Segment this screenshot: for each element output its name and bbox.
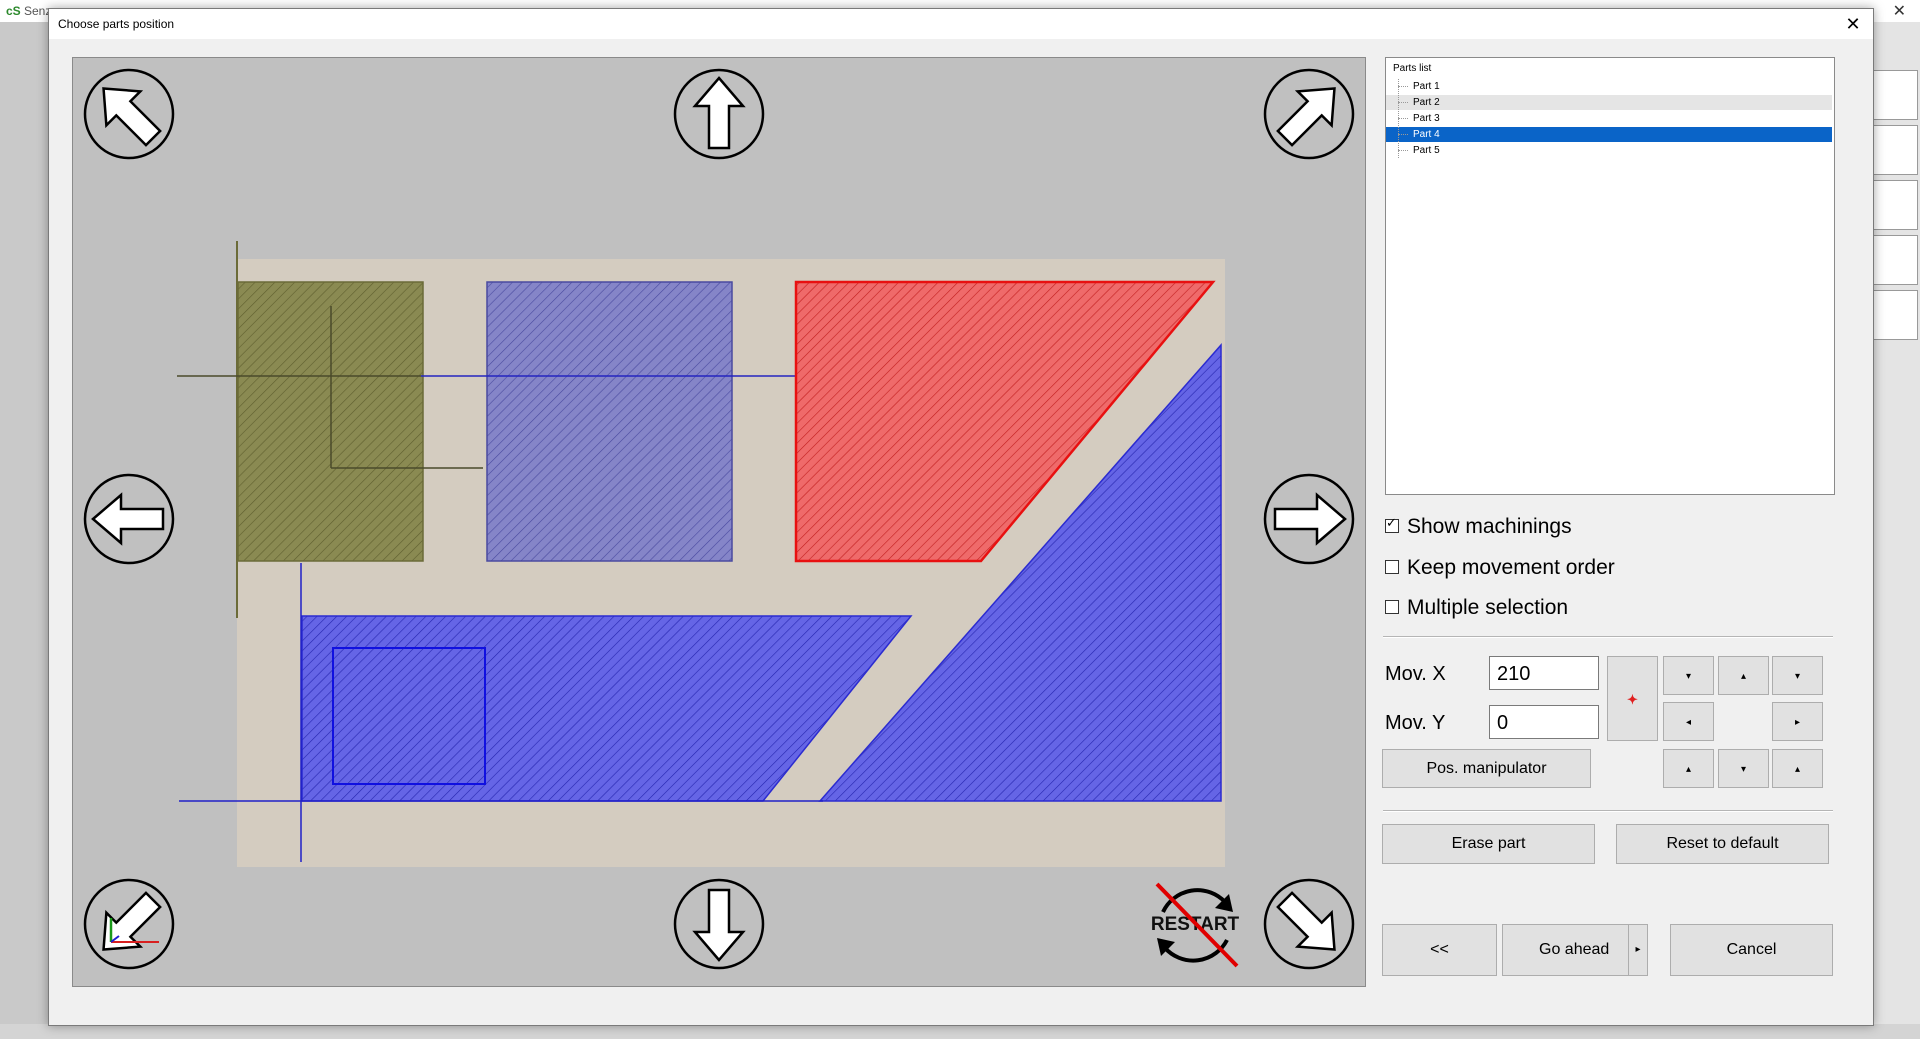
step-up-button[interactable]: ▴ — [1718, 656, 1769, 695]
step-up-left-button[interactable]: ▴ — [1663, 749, 1714, 788]
background-left-panel — [0, 22, 48, 1039]
parts-list-title: Parts list — [1393, 63, 1432, 74]
step-up-right-button[interactable]: ▴ — [1772, 749, 1823, 788]
divider — [1383, 810, 1833, 812]
checkbox-icon[interactable] — [1385, 560, 1399, 574]
center-point-icon: ✦ — [1627, 692, 1638, 707]
step-left-button[interactable]: ◂ — [1663, 702, 1714, 741]
arrow-up-icon[interactable] — [673, 68, 765, 160]
keep-movement-order-label: Keep movement order — [1407, 556, 1615, 579]
background-taskbar — [0, 1024, 1920, 1039]
step-down-left-button[interactable]: ▾ — [1663, 656, 1714, 695]
nesting-drawing — [177, 241, 1225, 867]
arrow-left-icon[interactable] — [83, 473, 175, 565]
arrow-down-right-icon[interactable] — [1263, 878, 1355, 970]
app-logo-icon: cS — [6, 4, 21, 18]
show-machinings-checkbox[interactable]: Show machinings — [1385, 515, 1572, 539]
mov-y-input[interactable]: 0 — [1489, 705, 1599, 739]
part-2-shape — [486, 281, 733, 562]
restart-disabled-icon[interactable]: RESTART — [1149, 878, 1241, 970]
list-item[interactable]: Part 1 — [1386, 79, 1832, 94]
cancel-button[interactable]: Cancel — [1670, 924, 1833, 976]
mov-x-label: Mov. X — [1385, 663, 1446, 685]
multiple-selection-label: Multiple selection — [1407, 596, 1569, 619]
nesting-canvas[interactable]: RESTART — [72, 57, 1366, 987]
list-item-label: Part 4 — [1413, 129, 1440, 140]
parts-list-tree[interactable]: Parts list Part 1 Part 2 Part 3 Part 4 P… — [1385, 57, 1835, 495]
dropdown-arrow-icon[interactable]: ▸ — [1628, 925, 1647, 975]
erase-part-button[interactable]: Erase part — [1382, 824, 1595, 864]
go-ahead-label: Go ahead — [1539, 941, 1610, 958]
step-down-right-button[interactable]: ▾ — [1772, 656, 1823, 695]
background-panel-box[interactable] — [1872, 125, 1918, 175]
multiple-selection-checkbox[interactable]: Multiple selection — [1385, 596, 1568, 620]
keep-movement-order-checkbox[interactable]: Keep movement order — [1385, 556, 1615, 580]
background-close-icon[interactable]: ✕ — [1893, 1, 1906, 21]
list-item-label: Part 3 — [1413, 113, 1440, 124]
go-ahead-button[interactable]: Go ahead ▸ — [1502, 924, 1648, 976]
arrow-up-right-icon[interactable] — [1263, 68, 1355, 160]
list-item-label: Part 2 — [1413, 97, 1440, 108]
arrow-up-left-icon[interactable] — [83, 68, 175, 160]
close-icon[interactable]: ✕ — [1839, 11, 1867, 37]
list-item-selected[interactable]: Part 4 — [1386, 127, 1832, 142]
arrow-right-icon[interactable] — [1263, 473, 1355, 565]
arrow-down-left-icon[interactable] — [83, 878, 175, 970]
list-item[interactable]: Part 2 — [1386, 95, 1832, 110]
reset-to-default-button[interactable]: Reset to default — [1616, 824, 1829, 864]
divider — [1383, 636, 1833, 638]
step-down-button[interactable]: ▾ — [1718, 749, 1769, 788]
checkbox-icon[interactable] — [1385, 600, 1399, 614]
arrow-down-icon[interactable] — [673, 878, 765, 970]
background-panel-box[interactable] — [1872, 290, 1918, 340]
dialog-title: Choose parts position — [58, 17, 175, 31]
pos-manipulator-button[interactable]: Pos. manipulator — [1382, 749, 1591, 788]
show-machinings-label: Show machinings — [1407, 515, 1572, 538]
back-button[interactable]: << — [1382, 924, 1497, 976]
background-panel-box[interactable] — [1872, 180, 1918, 230]
background-panel-box[interactable] — [1872, 235, 1918, 285]
list-item[interactable]: Part 3 — [1386, 111, 1832, 126]
list-item-label: Part 1 — [1413, 81, 1440, 92]
list-item-label: Part 5 — [1413, 145, 1440, 156]
step-right-button[interactable]: ▸ — [1772, 702, 1823, 741]
mov-x-input[interactable]: 210 — [1489, 656, 1599, 690]
list-item[interactable]: Part 5 — [1386, 143, 1832, 158]
dialog-titlebar: Choose parts position ✕ — [49, 9, 1873, 39]
background-panel-box[interactable] — [1872, 70, 1918, 120]
choose-parts-position-dialog: Choose parts position ✕ Parts list Part … — [48, 8, 1874, 1026]
mov-y-label: Mov. Y — [1385, 712, 1446, 734]
checkbox-checked-icon[interactable] — [1385, 515, 1399, 533]
center-button[interactable]: ✦ — [1607, 656, 1658, 741]
